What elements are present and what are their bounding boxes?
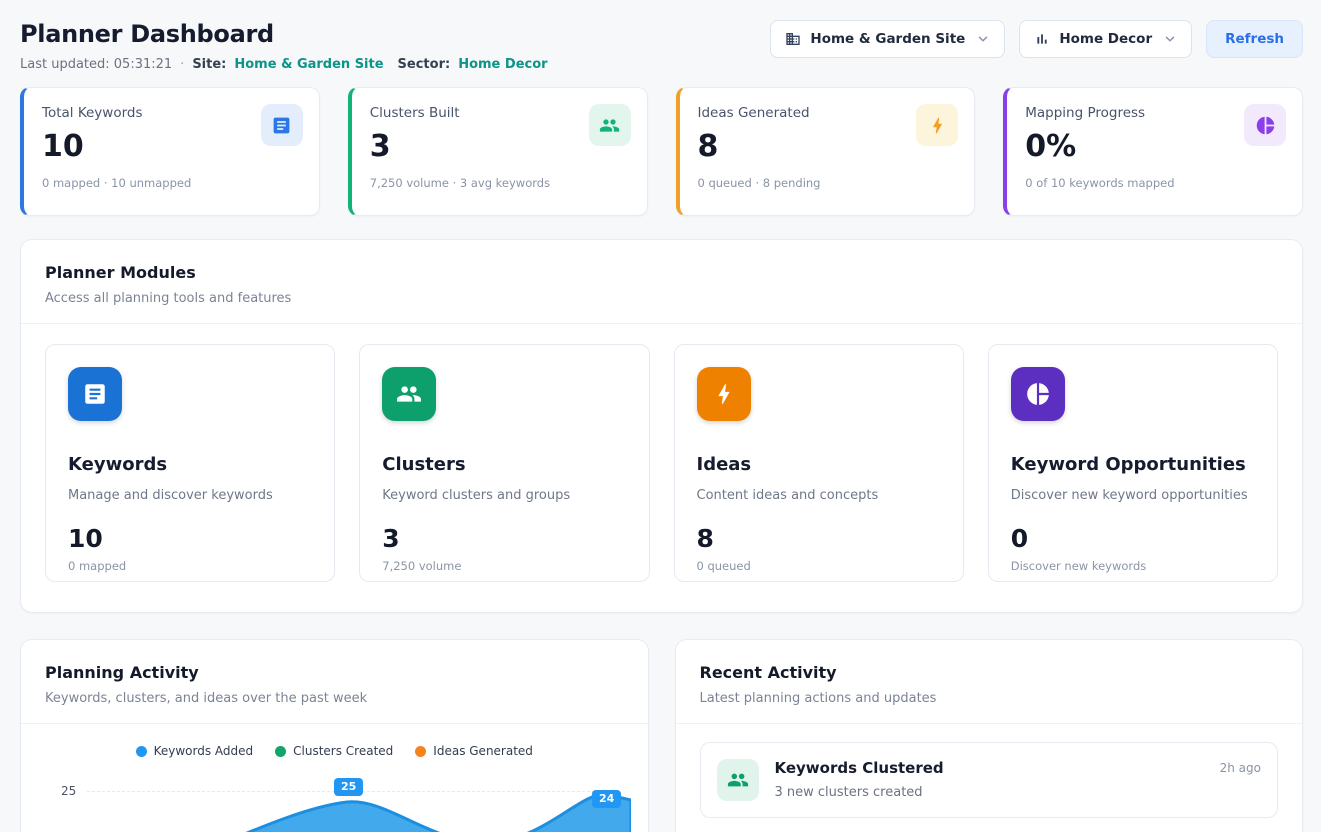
topbar-left: Planner Dashboard Last updated: 05:31:21… (20, 20, 548, 72)
legend-dot (415, 746, 426, 757)
page-title: Planner Dashboard (20, 20, 548, 48)
activity-item-description: 3 new clusters created (775, 785, 1204, 800)
activity-item-texts: Keywords Clustered 3 new clusters create… (775, 759, 1204, 800)
topbar-actions: Home & Garden Site Home Decor Refresh (770, 20, 1303, 58)
legend-label: Keywords Added (154, 744, 254, 758)
stat-detail: 0 of 10 keywords mapped (1025, 176, 1284, 190)
stat-card-clusters-built: Clusters Built 3 7,250 volume · 3 avg ke… (348, 87, 648, 216)
recent-activity-header: Recent Activity Latest planning actions … (676, 640, 1303, 724)
legend-label: Ideas Generated (433, 744, 533, 758)
pie-chart-icon (1011, 367, 1065, 421)
module-detail: Discover new keywords (1011, 559, 1255, 573)
module-value: 0 (1011, 524, 1255, 553)
building-icon (785, 31, 801, 47)
activity-list-item: Keywords Clustered 3 new clusters create… (700, 742, 1279, 818)
site-selector-label: Home & Garden Site (810, 31, 965, 47)
stat-card-total-keywords: Total Keywords 10 0 mapped · 10 unmapped (20, 87, 320, 216)
module-tile-keyword-opportunities[interactable]: Keyword Opportunities Discover new keywo… (988, 344, 1278, 582)
module-detail: 0 mapped (68, 559, 312, 573)
module-value: 8 (697, 524, 941, 553)
module-title: Keywords (68, 454, 312, 475)
sector-selector-label: Home Decor (1059, 31, 1152, 47)
legend-item-keywords-added: Keywords Added (136, 744, 254, 758)
document-icon (261, 104, 303, 146)
section-title: Planner Modules (45, 263, 1278, 282)
legend-item-ideas-generated: Ideas Generated (415, 744, 533, 758)
site-link[interactable]: Home & Garden Site (234, 57, 383, 72)
people-icon (717, 759, 759, 801)
section-subtitle: Latest planning actions and updates (700, 691, 1279, 706)
planning-activity-card: Planning Activity Keywords, clusters, an… (20, 639, 649, 832)
last-updated: Last updated: 05:31:21 (20, 57, 172, 72)
stat-detail: 0 queued · 8 pending (698, 176, 957, 190)
activity-item-timestamp: 2h ago (1220, 761, 1261, 775)
module-detail: 0 queued (697, 559, 941, 573)
legend-dot (275, 746, 286, 757)
stat-card-mapping-progress: Mapping Progress 0% 0 of 10 keywords map… (1003, 87, 1303, 216)
sector-link[interactable]: Home Decor (458, 57, 547, 72)
y-axis-tick: 25 (61, 784, 76, 798)
planning-activity-header: Planning Activity Keywords, clusters, an… (21, 640, 648, 724)
module-tile-ideas[interactable]: Ideas Content ideas and concepts 8 0 que… (674, 344, 964, 582)
lightning-icon (697, 367, 751, 421)
activity-item-title: Keywords Clustered (775, 759, 1204, 777)
legend-label: Clusters Created (293, 744, 393, 758)
planner-modules-panel: Planner Modules Access all planning tool… (20, 239, 1303, 613)
bar-chart-icon (1034, 31, 1050, 47)
section-title: Planning Activity (45, 663, 624, 682)
pie-chart-icon (1244, 104, 1286, 146)
module-title: Keyword Opportunities (1011, 454, 1255, 475)
section-subtitle: Keywords, clusters, and ideas over the p… (45, 691, 624, 706)
bottom-row: Planning Activity Keywords, clusters, an… (20, 639, 1303, 832)
module-description: Discover new keyword opportunities (1011, 488, 1255, 503)
section-subtitle: Access all planning tools and features (45, 291, 1278, 306)
module-description: Manage and discover keywords (68, 488, 312, 503)
chevron-down-icon (1163, 32, 1177, 46)
people-icon (589, 104, 631, 146)
module-tile-keywords[interactable]: Keywords Manage and discover keywords 10… (45, 344, 335, 582)
module-value: 10 (68, 524, 312, 553)
data-point-label: 24 (592, 790, 621, 808)
lightning-icon (916, 104, 958, 146)
module-detail: 7,250 volume (382, 559, 626, 573)
modules-grid: Keywords Manage and discover keywords 10… (21, 324, 1302, 612)
module-title: Ideas (697, 454, 941, 475)
legend-item-clusters-created: Clusters Created (275, 744, 393, 758)
stat-detail: 7,250 volume · 3 avg keywords (370, 176, 629, 190)
stat-detail: 0 mapped · 10 unmapped (42, 176, 301, 190)
meta-line: Last updated: 05:31:21 · Site: Home & Ga… (20, 57, 548, 72)
chevron-down-icon (976, 32, 990, 46)
site-selector-dropdown[interactable]: Home & Garden Site (770, 20, 1005, 58)
section-title: Recent Activity (700, 663, 1279, 682)
planner-dashboard-page: Planner Dashboard Last updated: 05:31:21… (0, 0, 1321, 832)
recent-activity-card: Recent Activity Latest planning actions … (675, 639, 1304, 832)
site-label: Site: (192, 57, 226, 72)
refresh-button[interactable]: Refresh (1206, 20, 1303, 58)
planner-modules-header: Planner Modules Access all planning tool… (21, 240, 1302, 324)
legend-dot (136, 746, 147, 757)
stats-row: Total Keywords 10 0 mapped · 10 unmapped… (20, 87, 1303, 216)
document-icon (68, 367, 122, 421)
people-icon (382, 367, 436, 421)
chart-legend: Keywords Added Clusters Created Ideas Ge… (21, 744, 648, 758)
module-tile-clusters[interactable]: Clusters Keyword clusters and groups 3 7… (359, 344, 649, 582)
recent-activity-list: Keywords Clustered 3 new clusters create… (676, 724, 1303, 832)
data-point-label: 25 (334, 778, 363, 796)
sector-selector-dropdown[interactable]: Home Decor (1019, 20, 1192, 58)
module-description: Keyword clusters and groups (382, 488, 626, 503)
planning-activity-chart: 25 25 24 (45, 774, 624, 832)
topbar: Planner Dashboard Last updated: 05:31:21… (20, 20, 1303, 72)
module-description: Content ideas and concepts (697, 488, 941, 503)
module-value: 3 (382, 524, 626, 553)
module-title: Clusters (382, 454, 626, 475)
stat-card-ideas-generated: Ideas Generated 8 0 queued · 8 pending (676, 87, 976, 216)
separator: · (180, 57, 184, 72)
sector-label: Sector: (398, 57, 451, 72)
